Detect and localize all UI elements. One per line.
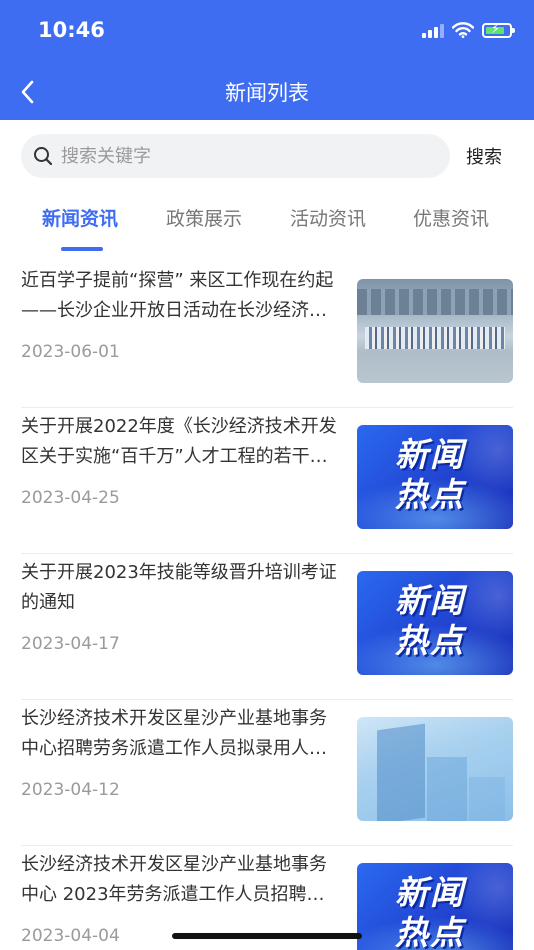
news-title: 长沙经济技术开发区星沙产业基地事务中心招聘劳务派遣工作人员拟录用人员名单公示 <box>21 708 327 759</box>
news-item[interactable]: 关于开展2023年技能等级晋升培训考证的通知 2023-04-17 新闻热点 <box>21 554 513 700</box>
news-title: 近百学子提前“探营” 来区工作现在约起——长沙企业开放日活动在长沙经济技术开发区… <box>21 270 334 321</box>
signal-icon <box>422 22 444 38</box>
battery-icon: ⚡ <box>482 22 515 38</box>
wifi-icon <box>452 22 474 38</box>
tab-offers[interactable]: 优惠资讯 <box>413 204 489 231</box>
news-date: 2023-04-12 <box>21 780 120 800</box>
thumbnail-text: 新闻热点 <box>395 581 465 660</box>
news-item[interactable]: 长沙经济技术开发区星沙产业基地事务中心招聘劳务派遣工作人员拟录用人员名单公示 2… <box>21 700 513 846</box>
search-input[interactable] <box>61 134 441 178</box>
news-title: 关于开展2023年技能等级晋升培训考证的通知 <box>21 562 337 613</box>
news-date: 2023-06-01 <box>21 342 120 362</box>
home-indicator[interactable] <box>172 933 362 939</box>
news-title: 长沙经济技术开发区星沙产业基地事务中心 2023年劳务派遣工作人员招聘公告 <box>21 854 327 905</box>
news-title: 关于开展2022年度《长沙经济技术开发区关于实施“百千万”人才工程的若干措施》申… <box>21 416 337 467</box>
search-button[interactable]: 搜索 <box>466 143 502 169</box>
active-tab-indicator <box>61 247 103 251</box>
news-list: 近百学子提前“探营” 来区工作现在约起——长沙企业开放日活动在长沙经济技术开发区… <box>21 262 513 950</box>
tab-policy[interactable]: 政策展示 <box>166 204 242 231</box>
search-icon <box>34 147 53 166</box>
thumbnail-text: 新闻热点 <box>395 435 465 514</box>
news-thumbnail-hot: 新闻热点 <box>357 425 513 529</box>
thumbnail-text: 新闻热点 <box>395 873 465 950</box>
news-date: 2023-04-25 <box>21 488 120 508</box>
status-icons: ⚡ <box>422 22 515 38</box>
news-thumbnail-hot: 新闻热点 <box>357 863 513 950</box>
app-header: 10:46 ⚡ 新闻列表 <box>0 0 534 120</box>
news-date: 2023-04-04 <box>21 926 120 946</box>
tab-news[interactable]: 新闻资讯 <box>42 204 118 231</box>
news-item[interactable]: 关于开展2022年度《长沙经济技术开发区关于实施“百千万”人才工程的若干措施》申… <box>21 408 513 554</box>
news-item[interactable]: 近百学子提前“探营” 来区工作现在约起——长沙企业开放日活动在长沙经济技术开发区… <box>21 262 513 408</box>
news-thumbnail-group-photo <box>357 279 513 383</box>
search-box[interactable] <box>21 134 450 178</box>
news-thumbnail-hot: 新闻热点 <box>357 571 513 675</box>
news-thumbnail-building <box>357 717 513 821</box>
tab-activity[interactable]: 活动资讯 <box>290 204 366 231</box>
page-title: 新闻列表 <box>225 81 309 105</box>
status-time: 10:46 <box>38 18 105 42</box>
news-date: 2023-04-17 <box>21 634 120 654</box>
